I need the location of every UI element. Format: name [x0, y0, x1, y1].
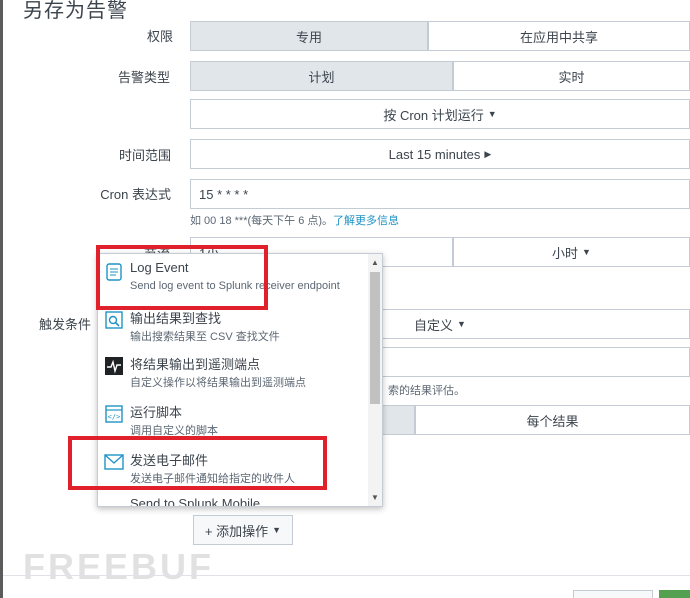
highlight-box-email	[68, 436, 327, 490]
learn-more-link[interactable]: 了解更多信息	[333, 215, 399, 227]
caret-down-icon: ▼	[272, 525, 282, 535]
cron-label: Cron 表达式	[100, 187, 171, 202]
menu-scrollbar[interactable]: ▲ ▼	[368, 254, 382, 506]
svg-text:</>: </>	[108, 413, 121, 421]
action-title: 将结果输出到遥测端点	[130, 357, 261, 372]
time-range-picker[interactable]: Last 15 minutes ▶	[190, 139, 690, 169]
caret-down-icon: ▼	[457, 319, 466, 329]
time-range-value: Last 15 minutes	[388, 146, 481, 162]
scroll-down-icon[interactable]: ▼	[371, 493, 379, 502]
action-item-lookup[interactable]: 输出结果到查找 输出搜索结果至 CSV 查找文件	[98, 304, 368, 350]
cron-help: 如 00 18 ***(每天下午 6 点)。了解更多信息	[190, 212, 399, 228]
action-title: 运行脚本	[130, 405, 183, 420]
throttle-unit-dropdown[interactable]: 小时 ▼	[453, 237, 690, 267]
cancel-button[interactable]	[573, 590, 653, 598]
cron-input[interactable]: 15 * * * *	[190, 179, 690, 209]
freebuf-watermark: FREEBUF	[23, 546, 214, 587]
action-desc: 自定义操作以将结果输出到遥测端点	[130, 377, 306, 389]
caret-right-icon: ▶	[484, 148, 492, 159]
lookup-icon	[104, 310, 124, 330]
time-range-label: 时间范围	[118, 148, 171, 163]
add-action-label: + 添加操作	[204, 523, 269, 539]
action-desc: 输出搜索结果至 CSV 查找文件	[130, 331, 280, 343]
alert-type-scheduled[interactable]: 计划	[190, 61, 453, 91]
cron-help-text: 如 00 18 ***(每天下午 6 点)。	[190, 215, 334, 227]
caret-down-icon: ▼	[487, 109, 497, 119]
highlight-box-log-event	[96, 245, 268, 310]
action-item-mobile[interactable]: › Send to Splunk Mobile	[98, 492, 368, 507]
action-title: 输出结果到查找	[130, 311, 222, 326]
trigger-help: 索的结果评估。	[388, 385, 465, 397]
footer-divider	[3, 575, 690, 576]
trigger-mode-each[interactable]: 每个结果	[415, 405, 690, 435]
action-item-telemetry[interactable]: 将结果输出到遥测端点 自定义操作以将结果输出到遥测端点	[98, 350, 368, 396]
trigger-value: 自定义	[414, 317, 454, 333]
schedule-dropdown[interactable]: 按 Cron 计划运行 ▼	[190, 99, 690, 129]
scroll-thumb[interactable]	[370, 272, 380, 404]
caret-down-icon: ▼	[582, 247, 591, 257]
script-icon: </>	[104, 404, 124, 424]
permission-shared[interactable]: 在应用中共享	[428, 21, 690, 51]
alert-type-realtime[interactable]: 实时	[453, 61, 690, 91]
permissions-label: 权限	[146, 29, 173, 44]
scroll-up-icon[interactable]: ▲	[371, 258, 379, 267]
save-button[interactable]	[659, 590, 690, 598]
permission-private[interactable]: 专用	[190, 21, 428, 51]
trigger-label: 触发条件	[38, 317, 91, 332]
dialog-title: 另存为告警	[23, 0, 128, 22]
alert-type-label: 告警类型	[117, 70, 170, 85]
throttle-unit-value: 小时	[552, 245, 579, 261]
mobile-icon: ›	[104, 498, 124, 506]
schedule-value: 按 Cron 计划运行	[383, 107, 484, 123]
add-action-button[interactable]: + 添加操作 ▼	[193, 515, 293, 545]
telemetry-icon	[104, 356, 124, 376]
action-title: Send to Splunk Mobile	[130, 496, 261, 507]
